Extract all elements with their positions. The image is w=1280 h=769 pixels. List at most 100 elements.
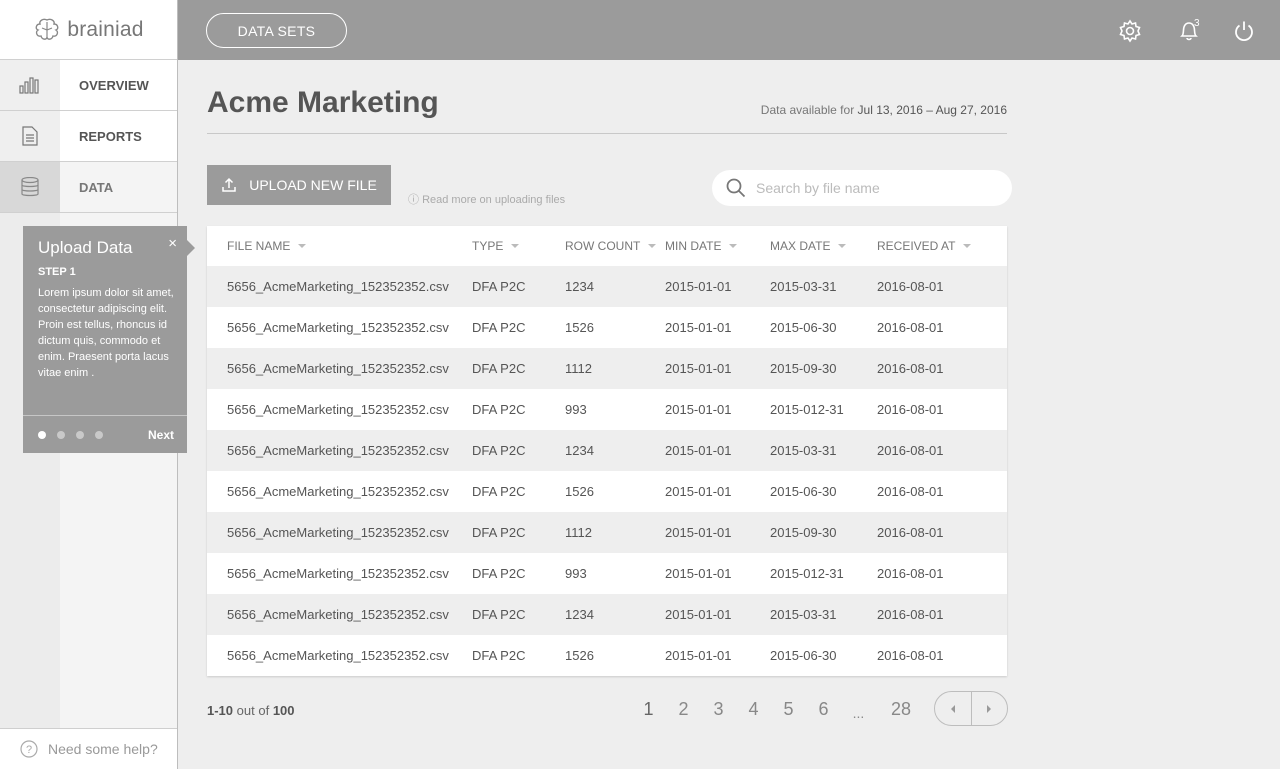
- type-cell: DFA P2C: [472, 361, 526, 376]
- table-row[interactable]: 5656_AcmeMarketing_152352352.csv DFA P2C 1…: [207, 266, 1007, 307]
- min-date-cell: 2015-01-01: [665, 566, 732, 581]
- file-name-cell: 5656_AcmeMarketing_152352352.csv: [227, 443, 449, 458]
- type-cell: DFA P2C: [472, 607, 526, 622]
- data-sets-button[interactable]: DATA SETS: [206, 13, 347, 48]
- table-row[interactable]: 5656_AcmeMarketing_152352352.csv DFA P2C 1…: [207, 430, 1007, 471]
- sidebar-item-reports[interactable]: REPORTS: [0, 111, 177, 162]
- chevron-left-icon: [950, 704, 955, 713]
- received-at-cell: 2016-08-01: [877, 279, 944, 294]
- max-date-cell: 2015-09-30: [770, 525, 837, 540]
- sort-caret-icon: [648, 244, 657, 248]
- upload-data-popover: Upload Data × STEP 1 Lorem ipsum dolor s…: [23, 226, 195, 453]
- read-more-link[interactable]: ⓘ Read more on uploading files: [408, 191, 565, 207]
- upload-icon: [222, 177, 236, 192]
- min-date-cell: 2015-01-01: [665, 402, 732, 417]
- table-header: FILE NAME TYPE ROW COUNT MIN DATE MAX DA…: [207, 226, 1007, 266]
- sort-caret-icon: [963, 244, 972, 248]
- step-dot[interactable]: [95, 430, 103, 439]
- received-at-cell: 2016-08-01: [877, 566, 944, 581]
- min-date-cell: 2015-01-01: [665, 484, 732, 499]
- popover-footer: Next: [23, 415, 187, 453]
- row-count-cell: 993: [565, 402, 587, 417]
- table-row[interactable]: 5656_AcmeMarketing_152352352.csv DFA P2C 9…: [207, 553, 1007, 594]
- received-at-cell: 2016-08-01: [877, 443, 944, 458]
- received-at-cell: 2016-08-01: [877, 402, 944, 417]
- help-link[interactable]: ? Need some help?: [0, 728, 177, 769]
- header-label: MAX DATE: [770, 239, 831, 253]
- type-cell: DFA P2C: [472, 402, 526, 417]
- help-label: Need some help?: [48, 741, 158, 757]
- sidebar-nav: OVERVIEW REPORTS DATA: [0, 60, 177, 213]
- logo[interactable]: brainiad: [0, 0, 177, 60]
- availability-label: Data available for: [760, 103, 855, 117]
- next-page-button[interactable]: [972, 692, 1008, 725]
- close-icon[interactable]: ×: [168, 235, 177, 252]
- upload-new-file-button[interactable]: UPLOAD NEW FILE: [207, 165, 391, 205]
- search-box: [712, 170, 1012, 206]
- table-row[interactable]: 5656_AcmeMarketing_152352352.csv DFA P2C 1…: [207, 594, 1007, 635]
- type-cell: DFA P2C: [472, 320, 526, 335]
- page-link[interactable]: 6: [806, 699, 841, 721]
- type-cell: DFA P2C: [472, 484, 526, 499]
- min-date-cell: 2015-01-01: [665, 320, 732, 335]
- column-header-type[interactable]: TYPE: [472, 239, 565, 253]
- next-button[interactable]: Next: [148, 428, 174, 442]
- sort-caret-icon: [511, 244, 520, 248]
- page-link[interactable]: 5: [771, 699, 806, 721]
- file-name-cell: 5656_AcmeMarketing_152352352.csv: [227, 566, 449, 581]
- min-date-cell: 2015-01-01: [665, 361, 732, 376]
- column-header-max-date[interactable]: MAX DATE: [770, 239, 877, 253]
- page-link[interactable]: 3: [701, 699, 736, 721]
- topbar: DATA SETS 3: [178, 0, 1280, 60]
- notification-count: 3: [1194, 18, 1200, 29]
- page-title: Acme Marketing: [207, 86, 439, 119]
- page-link[interactable]: 2: [666, 699, 701, 721]
- row-count-cell: 1234: [565, 279, 594, 294]
- table-row[interactable]: 5656_AcmeMarketing_152352352.csv DFA P2C 9…: [207, 389, 1007, 430]
- sidebar-item-data[interactable]: DATA: [0, 162, 177, 213]
- search-icon[interactable]: [726, 178, 746, 198]
- max-date-cell: 2015-06-30: [770, 484, 837, 499]
- min-date-cell: 2015-01-01: [665, 525, 732, 540]
- column-header-file-name[interactable]: FILE NAME: [207, 239, 472, 253]
- row-count-cell: 1112: [565, 361, 592, 376]
- results-out-of: out of: [236, 703, 270, 718]
- max-date-cell: 2015-03-31: [770, 607, 837, 622]
- sidebar-item-overview[interactable]: OVERVIEW: [0, 60, 177, 111]
- max-date-cell: 2015-012-31: [770, 566, 844, 581]
- search-input[interactable]: [756, 180, 986, 196]
- power-icon[interactable]: [1231, 18, 1257, 44]
- table-row[interactable]: 5656_AcmeMarketing_152352352.csv DFA P2C 1…: [207, 348, 1007, 389]
- max-date-cell: 2015-09-30: [770, 361, 837, 376]
- sidebar-item-label: DATA: [79, 179, 114, 195]
- received-at-cell: 2016-08-01: [877, 525, 944, 540]
- popover-step: STEP 1: [38, 266, 76, 278]
- table-row[interactable]: 5656_AcmeMarketing_152352352.csv DFA P2C 1…: [207, 512, 1007, 553]
- table-body: 5656_AcmeMarketing_152352352.csv DFA P2C 1…: [207, 266, 1007, 676]
- row-count-cell: 1526: [565, 320, 594, 335]
- upload-button-label: UPLOAD NEW FILE: [249, 177, 377, 193]
- step-dot[interactable]: [57, 430, 65, 439]
- type-cell: DFA P2C: [472, 525, 526, 540]
- page-link[interactable]: 1: [631, 699, 666, 721]
- sidebar-item-label: OVERVIEW: [79, 77, 149, 93]
- page-link[interactable]: 4: [736, 699, 771, 721]
- popover-body: Lorem ipsum dolor sit amet, consectetur …: [38, 287, 174, 379]
- previous-page-button[interactable]: [935, 692, 972, 725]
- step-dot[interactable]: [76, 430, 84, 439]
- step-dot[interactable]: [38, 430, 46, 439]
- column-header-row-count[interactable]: ROW COUNT: [565, 239, 665, 253]
- table-row[interactable]: 5656_AcmeMarketing_152352352.csv DFA P2C 1…: [207, 635, 1007, 676]
- max-date-cell: 2015-03-31: [770, 279, 837, 294]
- table-row[interactable]: 5656_AcmeMarketing_152352352.csv DFA P2C 1…: [207, 471, 1007, 512]
- gear-icon[interactable]: [1117, 18, 1143, 44]
- row-count-cell: 1526: [565, 648, 594, 663]
- column-header-received-at[interactable]: RECEIVED AT: [877, 239, 1007, 253]
- column-header-min-date[interactable]: MIN DATE: [665, 239, 770, 253]
- table-row[interactable]: 5656_AcmeMarketing_152352352.csv DFA P2C 1…: [207, 307, 1007, 348]
- type-cell: DFA P2C: [472, 443, 526, 458]
- page-link[interactable]: 28: [876, 699, 926, 721]
- read-more-label: Read more on uploading files: [422, 194, 566, 206]
- file-name-cell: 5656_AcmeMarketing_152352352.csv: [227, 607, 449, 622]
- info-icon: ⓘ: [408, 194, 423, 206]
